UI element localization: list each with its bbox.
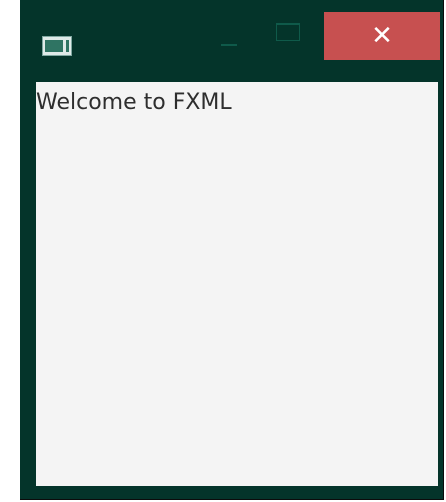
minimize-button[interactable]: [204, 20, 254, 52]
application-window: ✕ Welcome to FXML: [20, 0, 444, 500]
welcome-label: Welcome to FXML: [36, 90, 232, 115]
java-app-icon[interactable]: [42, 36, 72, 56]
maximize-button[interactable]: [266, 20, 316, 52]
app-icon-panel: [45, 40, 63, 52]
minimize-icon: [221, 44, 237, 46]
app-icon-bar: [66, 40, 69, 52]
fxml-content-pane: Welcome to FXML: [36, 82, 438, 486]
maximize-icon: [276, 23, 300, 41]
close-icon: ✕: [371, 21, 393, 51]
window-title-bar[interactable]: ✕: [20, 0, 443, 62]
close-button[interactable]: ✕: [324, 12, 440, 60]
